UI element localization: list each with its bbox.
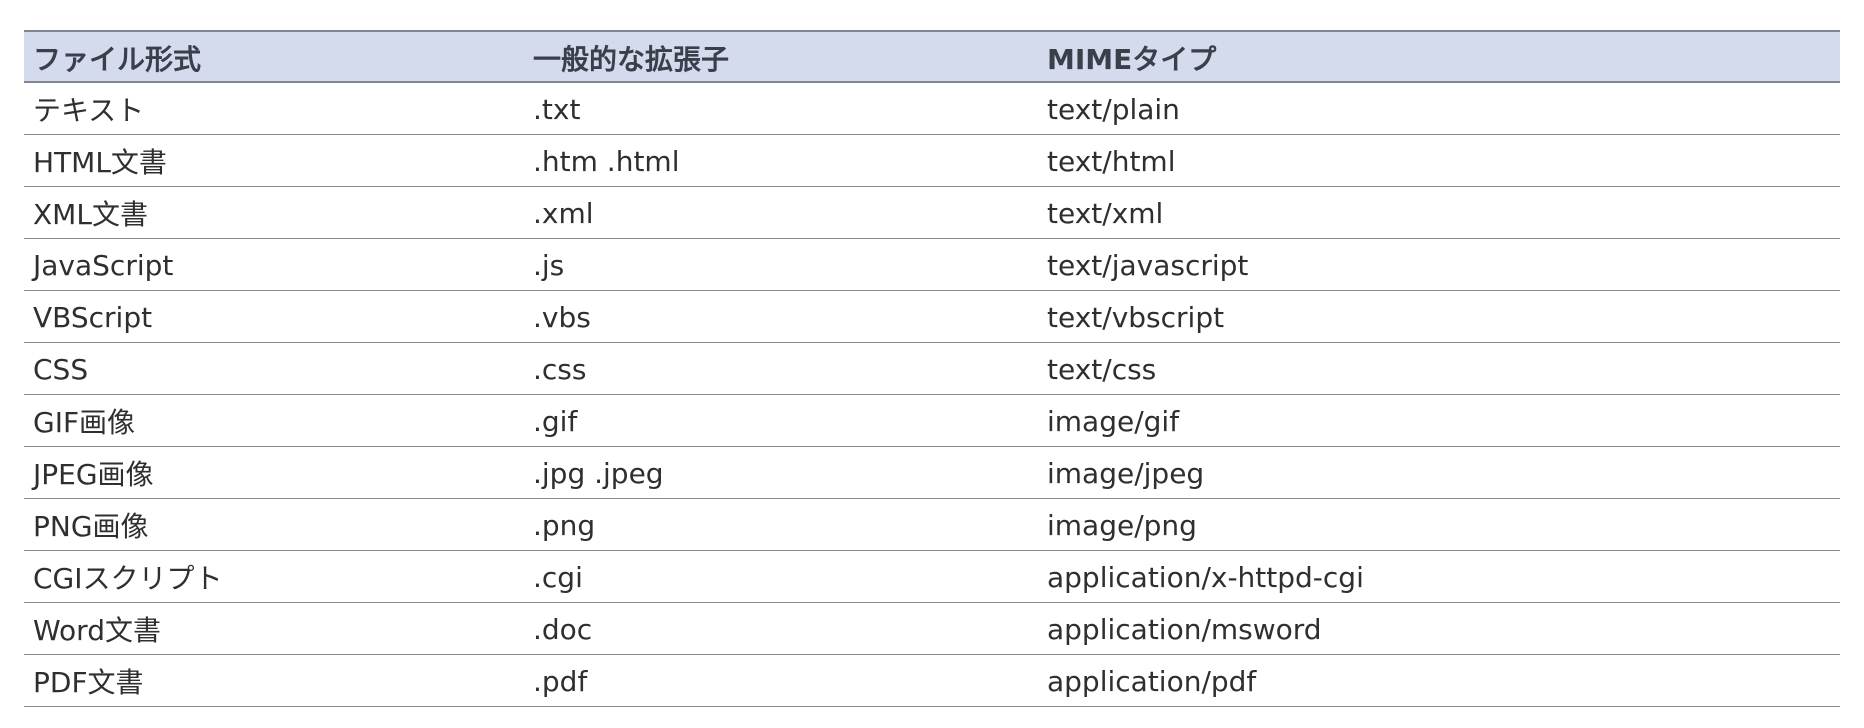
table-row: CGIスクリプト .cgi application/x-httpd-cgi bbox=[24, 550, 1840, 603]
cell-mime-type: text/vbscript bbox=[1038, 290, 1840, 343]
cell-mime-type: text/plain bbox=[1038, 82, 1840, 135]
table-row: PNG画像 .png image/png bbox=[24, 498, 1840, 551]
cell-file-format: HTML文書 bbox=[24, 134, 524, 187]
header-file-format: ファイル形式 bbox=[24, 30, 524, 83]
cell-extension: .pdf bbox=[524, 654, 1038, 707]
header-extension: 一般的な拡張子 bbox=[524, 30, 1038, 83]
cell-mime-type: application/pdf bbox=[1038, 654, 1840, 707]
cell-file-format: Word文書 bbox=[24, 602, 524, 655]
cell-file-format: PNG画像 bbox=[24, 498, 524, 551]
cell-extension: .cgi bbox=[524, 550, 1038, 603]
cell-file-format: VBScript bbox=[24, 290, 524, 343]
cell-extension: .txt bbox=[524, 82, 1038, 135]
cell-extension: .htm .html bbox=[524, 134, 1038, 187]
table-row: HTML文書 .htm .html text/html bbox=[24, 134, 1840, 187]
cell-file-format: テキスト bbox=[24, 82, 524, 135]
cell-file-format: PDF文書 bbox=[24, 654, 524, 707]
table-row: CSS .css text/css bbox=[24, 342, 1840, 395]
cell-extension: .xml bbox=[524, 186, 1038, 239]
cell-extension: .js bbox=[524, 238, 1038, 291]
mime-type-table: ファイル形式 一般的な拡張子 MIMEタイプ テキスト .txt text/pl… bbox=[24, 30, 1840, 707]
cell-mime-type: image/gif bbox=[1038, 394, 1840, 447]
cell-file-format: CGIスクリプト bbox=[24, 550, 524, 603]
cell-mime-type: text/xml bbox=[1038, 186, 1840, 239]
cell-mime-type: application/x-httpd-cgi bbox=[1038, 550, 1840, 603]
cell-file-format: XML文書 bbox=[24, 186, 524, 239]
mime-type-table-container: ファイル形式 一般的な拡張子 MIMEタイプ テキスト .txt text/pl… bbox=[24, 30, 1840, 707]
table-row: GIF画像 .gif image/gif bbox=[24, 394, 1840, 447]
cell-extension: .png bbox=[524, 498, 1038, 551]
cell-mime-type: image/png bbox=[1038, 498, 1840, 551]
cell-file-format: GIF画像 bbox=[24, 394, 524, 447]
header-mime-type: MIMEタイプ bbox=[1038, 30, 1840, 83]
cell-mime-type: text/css bbox=[1038, 342, 1840, 395]
cell-mime-type: text/javascript bbox=[1038, 238, 1840, 291]
header-row: ファイル形式 一般的な拡張子 MIMEタイプ bbox=[24, 30, 1840, 83]
table-row: テキスト .txt text/plain bbox=[24, 82, 1840, 135]
cell-mime-type: image/jpeg bbox=[1038, 446, 1840, 499]
cell-extension: .vbs bbox=[524, 290, 1038, 343]
cell-extension: .gif bbox=[524, 394, 1038, 447]
table-row: XML文書 .xml text/xml bbox=[24, 186, 1840, 239]
table-header: ファイル形式 一般的な拡張子 MIMEタイプ bbox=[24, 30, 1840, 83]
cell-extension: .css bbox=[524, 342, 1038, 395]
cell-file-format: CSS bbox=[24, 342, 524, 395]
cell-extension: .doc bbox=[524, 602, 1038, 655]
table-body: テキスト .txt text/plain HTML文書 .htm .html t… bbox=[24, 82, 1840, 707]
table-row: JPEG画像 .jpg .jpeg image/jpeg bbox=[24, 446, 1840, 499]
cell-mime-type: application/msword bbox=[1038, 602, 1840, 655]
cell-file-format: JavaScript bbox=[24, 238, 524, 291]
table-row: VBScript .vbs text/vbscript bbox=[24, 290, 1840, 343]
cell-extension: .jpg .jpeg bbox=[524, 446, 1038, 499]
table-row: PDF文書 .pdf application/pdf bbox=[24, 654, 1840, 707]
table-row: JavaScript .js text/javascript bbox=[24, 238, 1840, 291]
cell-file-format: JPEG画像 bbox=[24, 446, 524, 499]
table-row: Word文書 .doc application/msword bbox=[24, 602, 1840, 655]
cell-mime-type: text/html bbox=[1038, 134, 1840, 187]
